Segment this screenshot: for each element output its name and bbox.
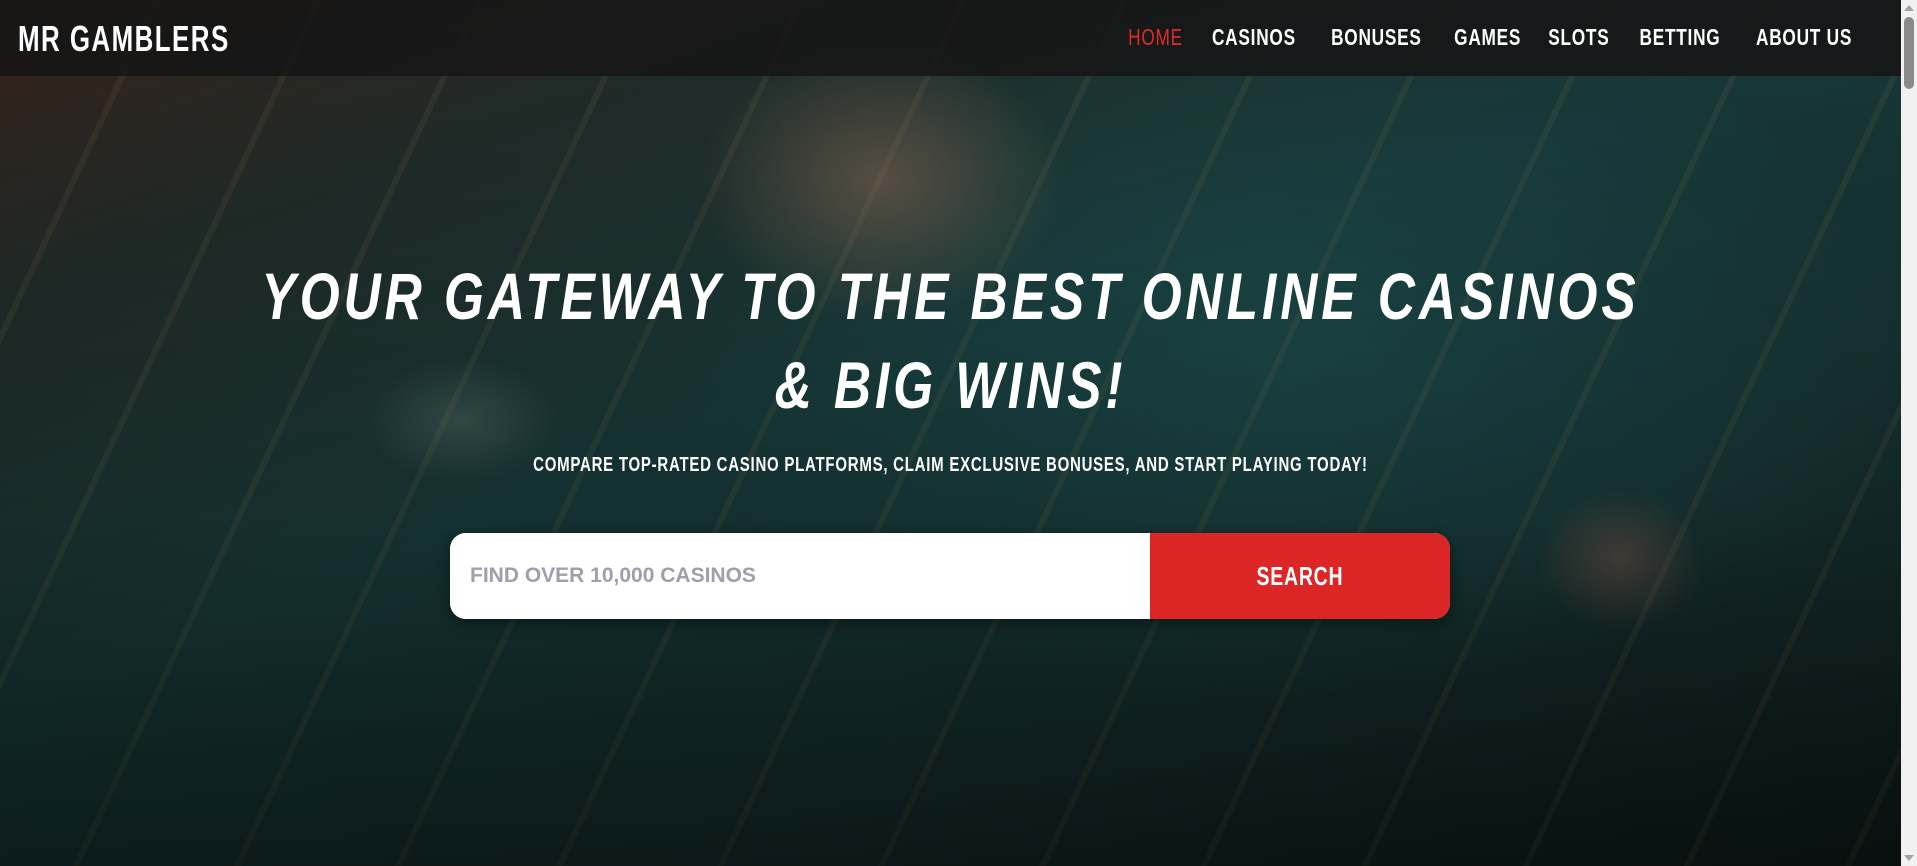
hero-title-line1: YOUR GATEWAY TO THE BEST ONLINE CASINOS	[261, 259, 1640, 333]
logo[interactable]: MR GAMBLERS	[18, 18, 230, 60]
search-input[interactable]	[450, 533, 1150, 619]
search-button[interactable]: SEARCH	[1150, 533, 1450, 619]
hero-background	[0, 0, 1901, 866]
search-bar: SEARCH	[450, 533, 1450, 619]
search-button-label: SEARCH	[1256, 560, 1344, 591]
nav-slots[interactable]: SLOTS	[1548, 24, 1609, 51]
top-navbar: MR GAMBLERS HOME CASINOS BONUSES GAMES S…	[0, 0, 1901, 76]
nav-betting[interactable]: BETTING	[1639, 24, 1720, 51]
hero-subtitle: COMPARE TOP-RATED CASINO PLATFORMS, CLAI…	[0, 454, 1901, 477]
nav-bonuses[interactable]: BONUSES	[1331, 24, 1422, 51]
scrollbar-thumb[interactable]	[1904, 17, 1914, 89]
hero-overlay	[0, 0, 1901, 866]
nav-games[interactable]: GAMES	[1454, 24, 1521, 51]
scroll-up-arrow-icon[interactable]	[1904, 5, 1914, 11]
scrollbar[interactable]	[1901, 0, 1917, 866]
hero-subtitle-text: COMPARE TOP-RATED CASINO PLATFORMS, CLAI…	[533, 454, 1368, 476]
hero-title: YOUR GATEWAY TO THE BEST ONLINE CASINOS …	[0, 252, 1901, 430]
scroll-down-arrow-icon[interactable]	[1904, 855, 1914, 861]
nav-home[interactable]: HOME	[1128, 24, 1183, 51]
nav-about-us[interactable]: ABOUT US	[1756, 24, 1852, 51]
hero-title-line2: & BIG WINS!	[774, 348, 1127, 422]
nav-casinos[interactable]: CASINOS	[1212, 24, 1296, 51]
nav-menu: HOME CASINOS BONUSES GAMES SLOTS BETTING…	[1113, 24, 1868, 51]
